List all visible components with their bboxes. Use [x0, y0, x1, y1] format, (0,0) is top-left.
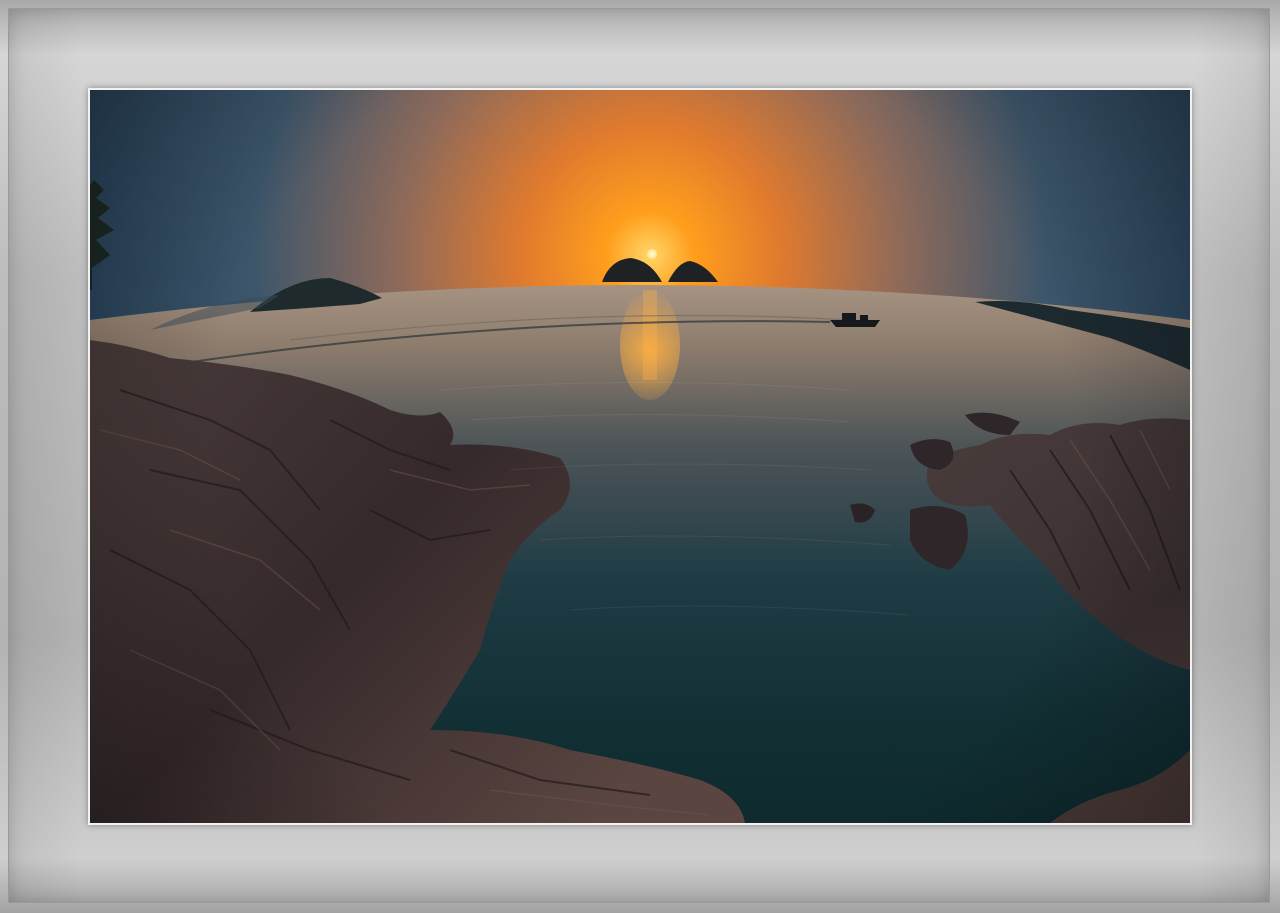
sunset-photo [90, 90, 1190, 823]
sunset-scene [90, 90, 1190, 823]
picture-frame [0, 0, 1280, 913]
vignette [90, 90, 1190, 823]
